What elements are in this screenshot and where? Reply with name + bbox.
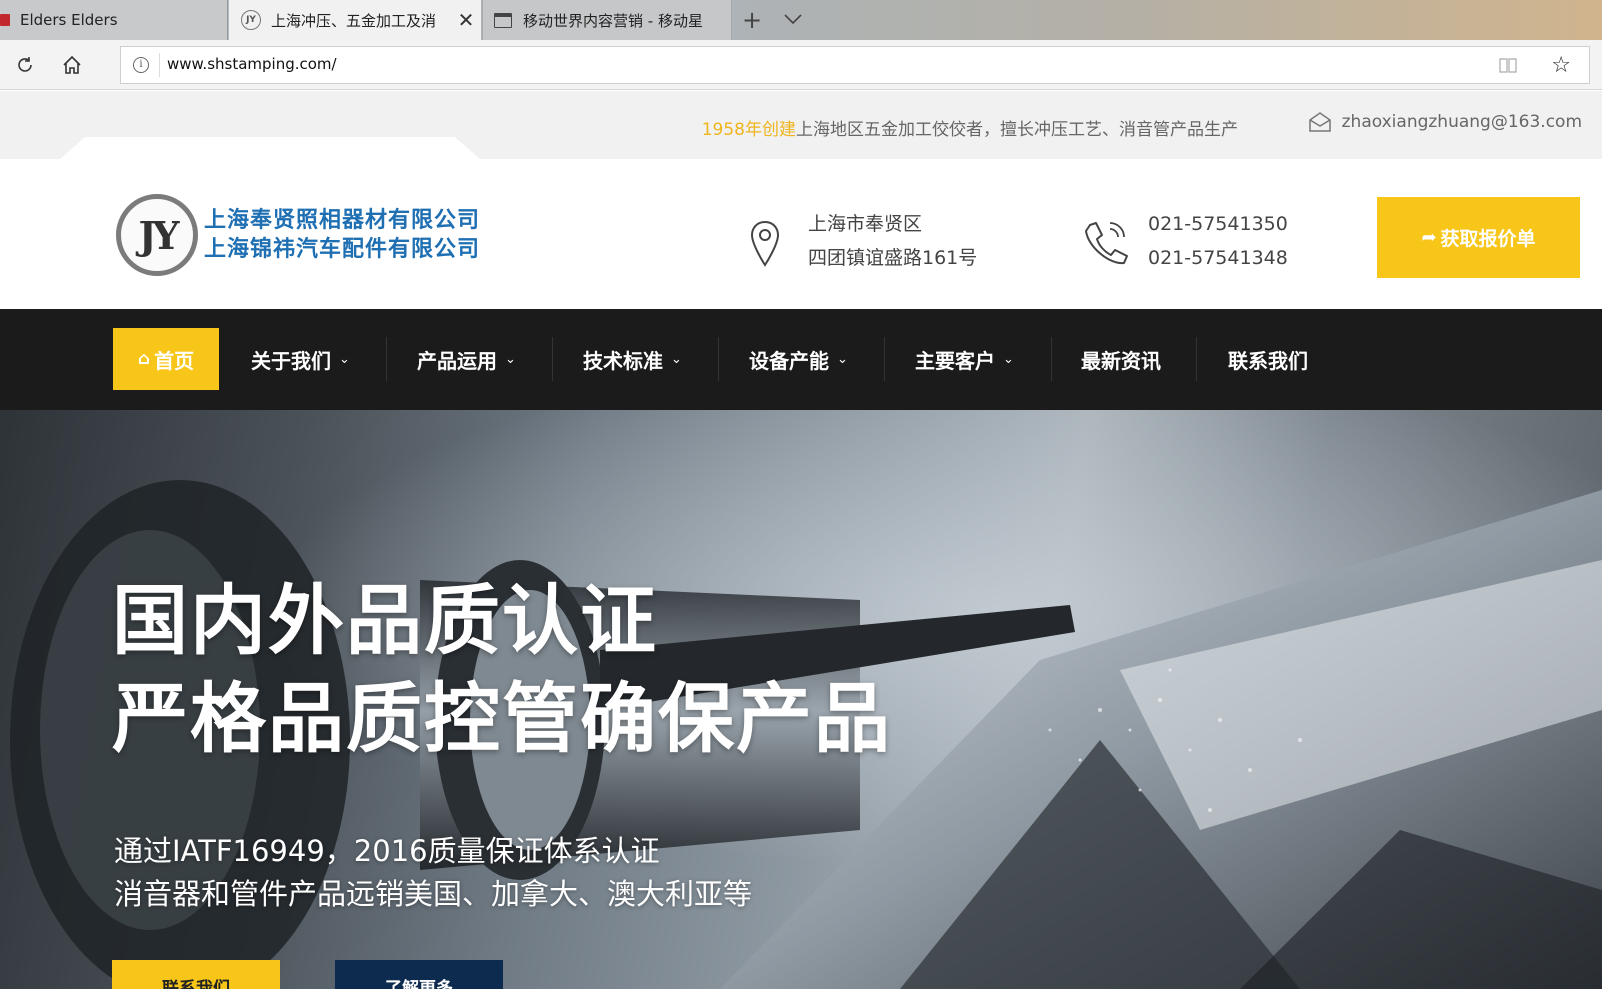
email-contact[interactable]: zhaoxiangzhuang@163.com <box>1308 111 1582 133</box>
nav-label: 技术标准 <box>583 348 663 373</box>
browser-tab-elders[interactable]: Elders Elders <box>0 0 228 40</box>
reading-view-book-icon[interactable] <box>1499 57 1517 73</box>
nav-item-products[interactable]: 产品运用 ⌄ <box>417 328 516 390</box>
refresh-icon[interactable] <box>12 52 38 78</box>
elders-favicon-icon <box>0 14 10 26</box>
browser-tab-third[interactable]: 移动世界内容营销 - 移动星 <box>482 0 732 40</box>
nav-item-home[interactable]: ⌂ 首页 <box>113 328 219 390</box>
nav-label: 设备产能 <box>749 348 829 373</box>
company-logo[interactable]: JY 上海奉贤照相器材有限公司 上海锦祎汽车配件有限公司 <box>116 194 480 276</box>
hero-learn-more-label: 了解更多 <box>385 979 453 989</box>
nav-item-standards[interactable]: 技术标准 ⌄ <box>583 328 682 390</box>
browser-tab-bar: Elders Elders JY 上海冲压、五金加工及消 ✕ 移动世界内容营销 … <box>0 0 1602 40</box>
nav-label: 最新资讯 <box>1081 348 1161 373</box>
hero-contact-label: 联系我们 <box>162 979 230 989</box>
email-text[interactable]: zhaoxiangzhuang@163.com <box>1342 112 1582 132</box>
main-navigation: ⌂ 首页 关于我们 ⌄ 产品运用 ⌄ 技术标准 ⌄ 设备产能 ⌄ 主要客户 ⌄ 最新资讯 … <box>0 309 1602 410</box>
hero-subtitle: 通过IATF16949，2016质量保证体系认证 消音器和管件产品远销美国、加拿… <box>114 830 752 916</box>
hero-banner: 国内外品质认证 严格品质控管确保产品 通过IATF16949，2016质量保证体… <box>0 410 1602 989</box>
hero-title-line-1: 国内外品质认证 <box>112 576 658 665</box>
site-info-icon[interactable]: i <box>133 57 149 73</box>
nav-item-equipment[interactable]: 设备产能 ⌄ <box>749 328 848 390</box>
slogan-text: 上海地区五金加工佼佼者，擅长冲压工艺、消音管产品生产 <box>796 120 1238 140</box>
browser-tab-active[interactable]: JY 上海冲压、五金加工及消 ✕ <box>229 0 481 40</box>
nav-item-clients[interactable]: 主要客户 ⌄ <box>915 328 1014 390</box>
phone-line-2[interactable]: 021-57541348 <box>1148 241 1288 275</box>
tab-title: Elders Elders <box>20 11 118 29</box>
home-icon[interactable] <box>59 52 85 78</box>
phone-block: 021-57541350 021-57541348 <box>1080 207 1288 275</box>
get-quote-label: 获取报价单 <box>1440 228 1536 250</box>
hero-sub-line-1: 通过IATF16949，2016质量保证体系认证 <box>114 834 660 868</box>
hero-contact-button[interactable]: 联系我们 <box>112 960 280 989</box>
hero-title-line-2: 严格品质控管确保产品 <box>112 674 892 763</box>
chevron-down-icon: ⌄ <box>1003 351 1014 367</box>
envelope-icon <box>1308 112 1331 132</box>
hero-learn-more-button[interactable]: 了解更多 <box>335 960 503 989</box>
address-line-2: 四团镇谊盛路161号 <box>808 247 978 269</box>
tab-list-chevron-down-icon[interactable] <box>782 8 804 30</box>
chevron-down-icon: ⌄ <box>505 351 516 367</box>
company-slogan: 1958年创建上海地区五金加工佼佼者，擅长冲压工艺、消音管产品生产 <box>702 115 1238 140</box>
get-quote-button[interactable]: ➦ 获取报价单 <box>1377 197 1580 278</box>
new-tab-plus-icon[interactable]: + <box>742 6 762 34</box>
logo-mark: JY <box>116 194 198 276</box>
chevron-down-icon: ⌄ <box>671 351 682 367</box>
browser-address-bar: i www.shstamping.com/ ☆ <box>0 40 1602 90</box>
address-block: 上海市奉贤区 四团镇谊盛路161号 <box>748 207 977 275</box>
nav-item-about[interactable]: 关于我们 ⌄ <box>251 328 350 390</box>
top-info-strip: 1958年创建上海地区五金加工佼佼者，擅长冲压工艺、消音管产品生产 zhaoxi… <box>0 91 1602 159</box>
chevron-down-icon: ⌄ <box>339 351 350 367</box>
page-favicon-icon <box>493 11 513 29</box>
share-arrow-icon: ➦ <box>1421 227 1437 248</box>
address-line-1: 上海市奉贤区 <box>808 213 923 235</box>
company-name-1: 上海奉贤照相器材有限公司 <box>204 208 481 233</box>
home-icon: ⌂ <box>137 349 151 369</box>
nav-item-contact[interactable]: 联系我们 <box>1228 328 1308 390</box>
nav-label: 产品运用 <box>417 348 497 373</box>
nav-label: 首页 <box>154 348 195 373</box>
nav-item-news[interactable]: 最新资讯 <box>1081 328 1161 390</box>
phone-icon <box>1085 222 1128 265</box>
hero-sub-line-2: 消音器和管件产品远销美国、加拿大、澳大利亚等 <box>114 877 753 911</box>
hero-title: 国内外品质认证 严格品质控管确保产品 <box>112 572 892 768</box>
url-text[interactable]: www.shstamping.com/ <box>167 55 337 73</box>
nav-label: 联系我们 <box>1228 348 1308 373</box>
slogan-accent: 1958年创建 <box>701 120 796 140</box>
nav-label: 关于我们 <box>251 348 331 373</box>
phone-line-1[interactable]: 021-57541350 <box>1148 207 1288 241</box>
tab-title: 移动世界内容营销 - 移动星 <box>523 11 703 30</box>
close-tab-icon[interactable]: ✕ <box>451 8 481 32</box>
site-header: JY 上海奉贤照相器材有限公司 上海锦祎汽车配件有限公司 上海市奉贤区 四团镇谊… <box>0 159 1602 309</box>
company-name-2: 上海锦祎汽车配件有限公司 <box>204 237 481 262</box>
favorite-star-icon[interactable]: ☆ <box>1551 53 1571 78</box>
jy-favicon-icon: JY <box>241 10 261 30</box>
location-pin-icon <box>750 220 780 267</box>
nav-label: 主要客户 <box>915 348 995 373</box>
chevron-down-icon: ⌄ <box>837 351 848 367</box>
tab-title: 上海冲压、五金加工及消 <box>271 11 437 30</box>
address-input[interactable]: i www.shstamping.com/ ☆ <box>120 46 1590 84</box>
